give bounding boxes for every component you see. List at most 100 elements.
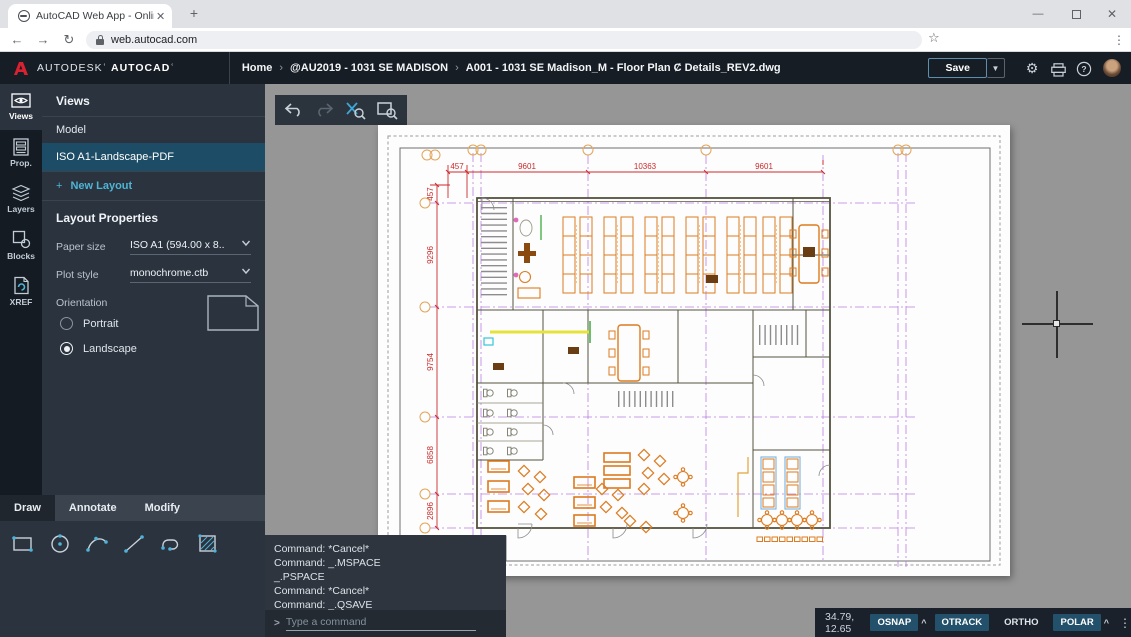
canvas-toolbar [275, 95, 407, 125]
command-history-line: Command: *Cancel* [274, 584, 506, 598]
blocks-icon [12, 230, 31, 249]
properties-icon [13, 138, 29, 156]
paper-size-select[interactable]: ISO A1 (594.00 x 8.. [130, 239, 251, 255]
svg-text:?: ? [1081, 64, 1086, 74]
sidebar-item-layers[interactable]: Layers [0, 176, 42, 222]
status-bar-menu-icon[interactable]: ⋮ [1119, 616, 1131, 630]
zoom-window-button[interactable] [375, 100, 399, 120]
breadcrumb-project[interactable]: @AU2019 - 1031 SE MADISON [290, 62, 448, 74]
breadcrumb-filename: A001 - 1031 SE Madison_M - Floor Plan Ȼ … [466, 62, 781, 74]
landscape-option[interactable]: Landscape [42, 336, 265, 361]
draw-tools-panel [0, 521, 265, 637]
tab-title: AutoCAD Web App - Online CAD [36, 10, 154, 22]
floor-plan-drawing: 457 9601 10363 9601 457 9296 9754 6858 2… [378, 125, 1010, 576]
window-minimize-button[interactable]: — [1021, 0, 1055, 28]
settings-gear-icon[interactable]: ⚙ [1019, 58, 1045, 78]
plot-style-row: Plot style monochrome.ctb [42, 261, 265, 289]
print-icon[interactable] [1045, 60, 1071, 77]
command-input[interactable] [286, 616, 476, 631]
paper-size-row: Paper size ISO A1 (594.00 x 8.. [42, 233, 265, 261]
views-icon [11, 93, 31, 109]
rectangle-tool[interactable] [10, 531, 36, 557]
favicon [18, 10, 30, 22]
sidebar-item-xref[interactable]: XREF [0, 268, 42, 314]
command-history-line: Command: *Cancel* [274, 542, 506, 556]
lounge-furniture [488, 449, 692, 532]
svg-text:9296: 9296 [426, 246, 435, 264]
sidebar-item-blocks[interactable]: Blocks [0, 222, 42, 268]
breadcrumb-home[interactable]: Home [242, 62, 273, 74]
ortho-toggle[interactable]: ORTHO [997, 614, 1045, 631]
bookmark-star-icon[interactable]: ☆ [928, 30, 940, 46]
otrack-toggle[interactable]: OTRACK [935, 614, 990, 631]
dimension-labels: 457 9601 10363 9601 457 9296 9754 6858 2… [426, 162, 773, 520]
drawing-canvas[interactable]: 457 9601 10363 9601 457 9296 9754 6858 2… [265, 84, 1131, 637]
command-history: Command: *Cancel* Command: _.MSPACE _.PS… [265, 535, 506, 612]
new-tab-button[interactable]: + [184, 5, 204, 21]
structural-grid-lines [430, 153, 918, 567]
layout-paper-sheet[interactable]: 457 9601 10363 9601 457 9296 9754 6858 2… [378, 125, 1010, 576]
counters-and-equipment [484, 275, 718, 370]
save-button[interactable]: Save [928, 58, 987, 78]
undo-button[interactable] [283, 101, 305, 119]
plus-icon: + [56, 180, 62, 192]
views-panel-title: Views [42, 84, 265, 116]
user-avatar[interactable] [1103, 59, 1121, 77]
polyline-tool[interactable] [158, 531, 184, 557]
crosshair-pickbox [1053, 320, 1060, 327]
svg-text:10363: 10363 [634, 162, 657, 171]
tab-close-icon[interactable]: ✕ [156, 10, 165, 23]
osnap-options-caret[interactable]: ^ [921, 618, 926, 628]
office-desk-clusters [563, 217, 792, 293]
reload-button[interactable]: ↻ [58, 30, 80, 50]
browser-menu-icon[interactable]: ⋮ [1113, 30, 1125, 50]
view-item-iso-a1-landscape-pdf[interactable]: ISO A1-Landscape-PDF [42, 143, 265, 171]
address-bar[interactable]: web.autocad.com [86, 31, 922, 49]
polar-options-caret[interactable]: ^ [1104, 618, 1109, 628]
svg-text:9601: 9601 [518, 162, 536, 171]
main-area: Views Prop. Layers Blocks XREF Views [0, 84, 1131, 637]
tab-modify[interactable]: Modify [131, 495, 194, 521]
svg-text:9601: 9601 [755, 162, 773, 171]
arc-tool[interactable] [84, 531, 110, 557]
svg-text:2896: 2896 [426, 502, 435, 520]
portrait-radio[interactable] [60, 317, 73, 330]
chevron-down-icon [241, 239, 251, 247]
browser-toolbar: ← → ↻ web.autocad.com ☆ ⋮ [0, 28, 1131, 52]
plot-style-label: Plot style [56, 269, 130, 281]
tab-annotate[interactable]: Annotate [55, 495, 131, 521]
landscape-radio[interactable] [60, 342, 73, 355]
plot-style-select[interactable]: monochrome.ctb [130, 267, 251, 283]
restroom-fixtures [477, 389, 543, 455]
window-maximize-button[interactable] [1059, 0, 1093, 28]
lock-icon [96, 35, 104, 45]
line-tool[interactable] [121, 531, 147, 557]
view-item-model[interactable]: Model [42, 117, 265, 143]
svg-text:9754: 9754 [426, 353, 435, 371]
autocad-web-app-window: AutoCAD Web App - Online CAD ✕ + — ✕ ← →… [0, 0, 1131, 637]
window-close-button[interactable]: ✕ [1095, 0, 1129, 28]
breadcrumb-separator: › [279, 62, 283, 74]
circle-tool[interactable] [47, 531, 73, 557]
new-layout-button[interactable]: +New Layout [42, 172, 265, 200]
help-icon[interactable]: ? [1071, 59, 1097, 77]
browser-tab-strip: AutoCAD Web App - Online CAD ✕ + — ✕ [0, 0, 1131, 28]
command-input-row: > [265, 610, 506, 637]
polar-toggle[interactable]: POLAR [1053, 614, 1100, 631]
upper-left-furniture [514, 215, 541, 298]
svg-text:457: 457 [426, 187, 435, 201]
sidebar-item-properties[interactable]: Prop. [0, 130, 42, 176]
save-dropdown-caret[interactable]: ▼ [987, 58, 1005, 78]
tab-draw[interactable]: Draw [0, 495, 55, 521]
redo-button[interactable] [313, 101, 335, 119]
browser-tab[interactable]: AutoCAD Web App - Online CAD ✕ [8, 4, 172, 28]
osnap-toggle[interactable]: OSNAP [870, 614, 918, 631]
sidebar-item-views[interactable]: Views [0, 84, 42, 130]
back-button[interactable]: ← [6, 30, 28, 50]
forward-button[interactable]: → [32, 30, 54, 50]
hatch-tool[interactable] [195, 531, 221, 557]
zoom-selection-button[interactable] [343, 100, 367, 120]
doors [482, 198, 830, 538]
layers-icon [11, 184, 31, 202]
command-panel: Command: *Cancel* Command: _.MSPACE _.PS… [265, 535, 506, 637]
